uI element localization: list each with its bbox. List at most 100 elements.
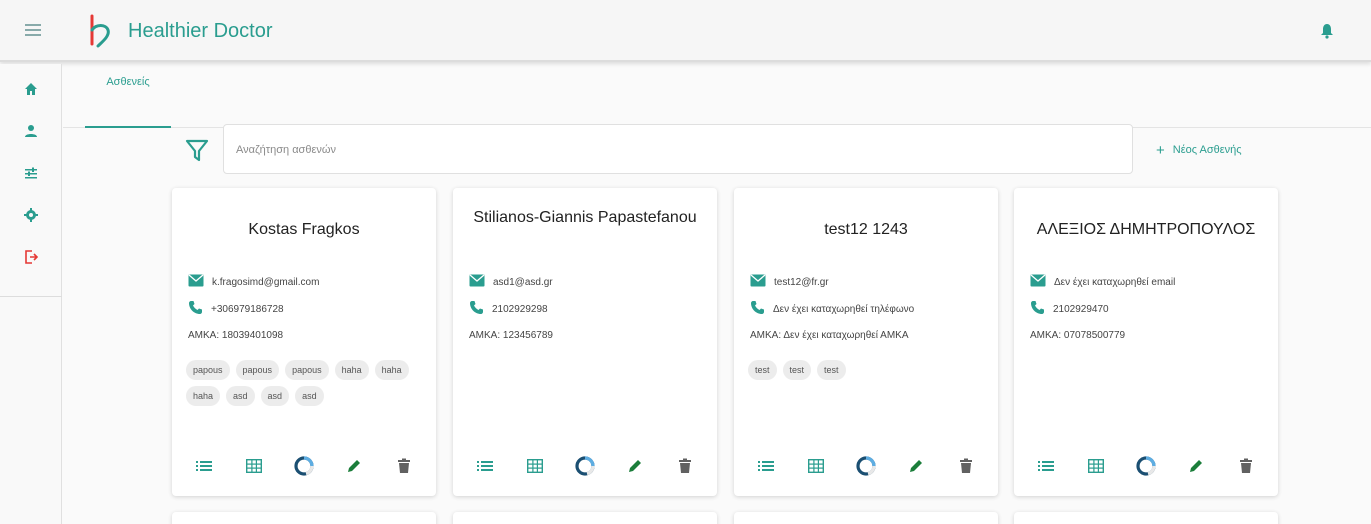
list-icon[interactable] bbox=[1034, 454, 1058, 478]
delete-icon[interactable] bbox=[673, 454, 697, 478]
filter-icon[interactable] bbox=[184, 136, 210, 166]
email-icon bbox=[188, 274, 204, 290]
patient-phone: +306979186728 bbox=[211, 303, 284, 315]
email-icon bbox=[469, 274, 485, 290]
tag-chip[interactable]: haha bbox=[334, 360, 369, 380]
person-icon[interactable] bbox=[20, 120, 42, 142]
edit-icon[interactable] bbox=[1184, 454, 1208, 478]
table-icon[interactable] bbox=[1084, 454, 1108, 478]
patient-name: ΑΛΕΞΙΟΣ ΔΗΜΗΤΡΟΠΟΥΛΟΣ bbox=[1036, 221, 1256, 238]
list-icon[interactable] bbox=[754, 454, 778, 478]
patient-card[interactable]: ΑΛΕΞΙΟΣ ΔΗΜΗΤΡΟΠΟΥΛΟΣ Δεν έχει καταχωρηθε… bbox=[1014, 188, 1278, 496]
patient-email: Δεν έχει καταχωρηθεί email bbox=[1054, 276, 1176, 288]
tag-chip[interactable]: asd bbox=[226, 386, 255, 406]
table-icon[interactable] bbox=[523, 454, 547, 478]
new-patient-button[interactable]: + Νέος Ασθενής bbox=[1150, 137, 1248, 163]
tag-chip[interactable]: asd bbox=[260, 386, 290, 406]
email-row: k.fragosimd@gmail.com bbox=[188, 274, 319, 290]
email-row: test12@fr.gr bbox=[750, 274, 829, 290]
patient-phone: 2102929470 bbox=[1053, 303, 1109, 315]
progress-icon[interactable] bbox=[854, 454, 878, 478]
patient-card[interactable]: test12 1243 test12@fr.gr Δεν έχει καταχωρη… bbox=[734, 188, 998, 496]
tab-bar: Ασθενείς bbox=[63, 64, 1371, 128]
patient-phone: 2102929298 bbox=[492, 303, 548, 315]
patient-card[interactable]: Kostas Fragkos k.fragosimd@gmail.com +3069… bbox=[172, 188, 436, 496]
patient-phone: Δεν έχει καταχωρηθεί τηλέφωνο bbox=[773, 303, 915, 315]
phone-row: +306979186728 bbox=[188, 300, 284, 318]
patient-card[interactable]: Stilianos-Giannis Papastefanou asd1@asd.g… bbox=[453, 188, 717, 496]
patient-email: asd1@asd.gr bbox=[493, 276, 553, 288]
progress-icon[interactable] bbox=[1134, 454, 1158, 478]
phone-icon bbox=[750, 300, 765, 318]
menu-icon[interactable] bbox=[22, 19, 44, 41]
tab-label: Ασθενείς bbox=[106, 76, 150, 88]
tag-chip[interactable]: asd bbox=[295, 386, 324, 406]
tag-chip[interactable]: papous bbox=[186, 360, 230, 380]
search-field bbox=[223, 124, 1133, 174]
patient-amka: ΑΜΚΑ: 07078500779 bbox=[1030, 330, 1126, 341]
table-icon[interactable] bbox=[804, 454, 828, 478]
plus-icon: + bbox=[1156, 141, 1165, 159]
card-actions bbox=[473, 454, 697, 478]
list-icon[interactable] bbox=[473, 454, 497, 478]
progress-icon[interactable] bbox=[292, 454, 316, 478]
patient-card-next-row[interactable] bbox=[453, 512, 717, 524]
phone-icon bbox=[188, 300, 203, 318]
email-icon bbox=[750, 274, 766, 290]
patient-card-next-row[interactable] bbox=[172, 512, 436, 524]
gear-icon[interactable] bbox=[20, 204, 42, 226]
tag-chip[interactable]: test bbox=[817, 360, 846, 380]
patient-card-next-row[interactable] bbox=[734, 512, 998, 524]
tab-active-indicator bbox=[85, 126, 171, 128]
app-title: Healthier Doctor bbox=[128, 20, 273, 42]
list-icon[interactable] bbox=[192, 454, 216, 478]
search-input[interactable] bbox=[236, 141, 1116, 159]
tag-chip[interactable]: haha bbox=[186, 386, 221, 406]
tag-chip[interactable]: papous bbox=[235, 360, 280, 380]
edit-icon[interactable] bbox=[623, 454, 647, 478]
patient-amka: ΑΜΚΑ: Δεν έχει καταχωρηθεί ΑΜΚΑ bbox=[750, 330, 909, 341]
progress-icon[interactable] bbox=[573, 454, 597, 478]
card-actions bbox=[1034, 454, 1258, 478]
tag-chip[interactable]: papous bbox=[285, 360, 329, 380]
logo-icon bbox=[86, 14, 120, 48]
email-icon bbox=[1030, 274, 1046, 290]
delete-icon[interactable] bbox=[954, 454, 978, 478]
edit-icon[interactable] bbox=[904, 454, 928, 478]
tag-list: papous papous papous haha haha haha asd asd asd bbox=[186, 360, 422, 406]
patient-amka: ΑΜΚΑ: 18039401098 bbox=[188, 330, 284, 341]
patient-name: Stilianos-Giannis Papastefanou bbox=[473, 209, 697, 226]
edit-icon[interactable] bbox=[342, 454, 366, 478]
sidebar-divider bbox=[0, 296, 62, 297]
phone-icon bbox=[1030, 300, 1045, 318]
card-actions bbox=[192, 454, 416, 478]
delete-icon[interactable] bbox=[1234, 454, 1258, 478]
bell-icon[interactable] bbox=[1319, 23, 1335, 39]
phone-row: 2102929298 bbox=[469, 300, 548, 318]
patient-name: test12 1243 bbox=[824, 221, 908, 238]
tag-list: test test test bbox=[748, 360, 984, 380]
phone-row: Δεν έχει καταχωρηθεί τηλέφωνο bbox=[750, 300, 914, 318]
table-icon[interactable] bbox=[242, 454, 266, 478]
phone-icon bbox=[469, 300, 484, 318]
top-app-bar: Healthier Doctor bbox=[0, 0, 1371, 62]
delete-icon[interactable] bbox=[392, 454, 416, 478]
sliders-icon[interactable] bbox=[20, 162, 42, 184]
home-icon[interactable] bbox=[20, 78, 42, 100]
card-actions bbox=[754, 454, 978, 478]
logout-icon[interactable] bbox=[20, 246, 42, 268]
patient-email: k.fragosimd@gmail.com bbox=[212, 276, 320, 288]
patient-name: Kostas Fragkos bbox=[248, 221, 360, 238]
phone-row: 2102929470 bbox=[1030, 300, 1109, 318]
sidebar bbox=[0, 64, 62, 524]
email-row: asd1@asd.gr bbox=[469, 274, 553, 290]
patient-email: test12@fr.gr bbox=[774, 276, 829, 288]
email-row: Δεν έχει καταχωρηθεί email bbox=[1030, 274, 1175, 290]
tag-chip[interactable]: test bbox=[782, 360, 812, 380]
new-patient-label: Νέος Ασθενής bbox=[1172, 144, 1242, 156]
tag-chip[interactable]: haha bbox=[374, 360, 409, 380]
patient-card-next-row[interactable] bbox=[1014, 512, 1278, 524]
tag-chip[interactable]: test bbox=[748, 360, 777, 380]
patient-amka: ΑΜΚΑ: 123456789 bbox=[469, 330, 553, 341]
tab-patients[interactable]: Ασθενείς bbox=[85, 64, 171, 128]
